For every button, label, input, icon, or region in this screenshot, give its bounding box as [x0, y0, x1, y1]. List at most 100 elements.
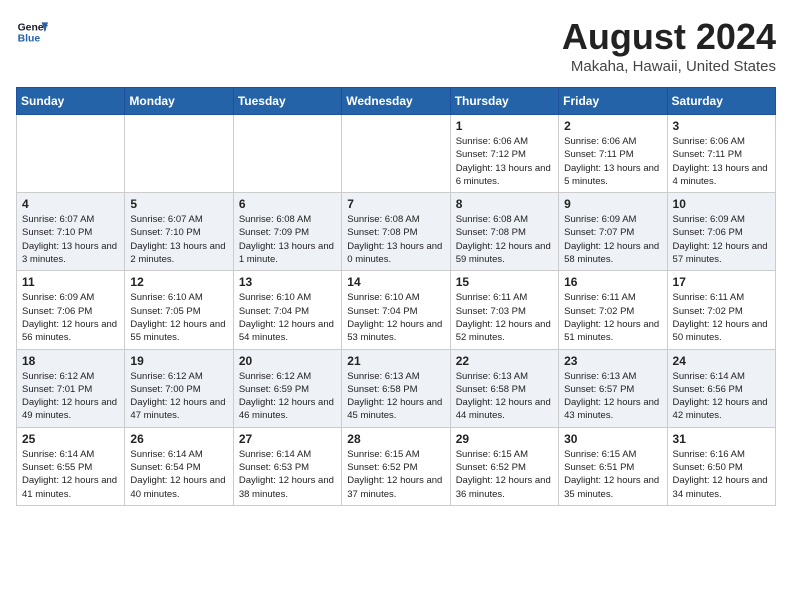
col-monday: Monday [125, 88, 233, 115]
sunrise-text: Sunrise: 6:10 AM [130, 292, 202, 303]
cell-content: Sunrise: 6:13 AM Sunset: 6:58 PM Dayligh… [347, 370, 444, 423]
cell-content: Sunrise: 6:06 AM Sunset: 7:11 PM Dayligh… [564, 135, 661, 188]
daylight-text: Daylight: 12 hours and 53 minutes. [347, 319, 442, 343]
table-row: 11 Sunrise: 6:09 AM Sunset: 7:06 PM Dayl… [17, 271, 125, 349]
sunset-text: Sunset: 7:02 PM [673, 306, 743, 317]
day-number: 16 [564, 275, 661, 289]
cell-content: Sunrise: 6:14 AM Sunset: 6:53 PM Dayligh… [239, 448, 336, 501]
day-number: 2 [564, 119, 661, 133]
sunrise-text: Sunrise: 6:12 AM [22, 371, 94, 382]
sunset-text: Sunset: 6:52 PM [347, 462, 417, 473]
cell-content: Sunrise: 6:14 AM Sunset: 6:55 PM Dayligh… [22, 448, 119, 501]
sunrise-text: Sunrise: 6:16 AM [673, 449, 745, 460]
daylight-text: Daylight: 12 hours and 58 minutes. [564, 241, 659, 265]
sunset-text: Sunset: 7:06 PM [673, 227, 743, 238]
daylight-text: Daylight: 12 hours and 56 minutes. [22, 319, 117, 343]
sunrise-text: Sunrise: 6:15 AM [347, 449, 419, 460]
logo: General Blue [16, 16, 48, 48]
sunrise-text: Sunrise: 6:15 AM [456, 449, 528, 460]
table-row: 21 Sunrise: 6:13 AM Sunset: 6:58 PM Dayl… [342, 349, 450, 427]
sunset-text: Sunset: 7:04 PM [239, 306, 309, 317]
sunset-text: Sunset: 7:04 PM [347, 306, 417, 317]
sunrise-text: Sunrise: 6:08 AM [456, 214, 528, 225]
table-row: 6 Sunrise: 6:08 AM Sunset: 7:09 PM Dayli… [233, 193, 341, 271]
day-number: 27 [239, 432, 336, 446]
cell-content: Sunrise: 6:09 AM Sunset: 7:06 PM Dayligh… [22, 291, 119, 344]
table-row: 5 Sunrise: 6:07 AM Sunset: 7:10 PM Dayli… [125, 193, 233, 271]
table-row: 7 Sunrise: 6:08 AM Sunset: 7:08 PM Dayli… [342, 193, 450, 271]
sunset-text: Sunset: 7:11 PM [564, 149, 634, 160]
sunset-text: Sunset: 6:58 PM [347, 384, 417, 395]
daylight-text: Daylight: 12 hours and 38 minutes. [239, 475, 334, 499]
sunset-text: Sunset: 7:12 PM [456, 149, 526, 160]
daylight-text: Daylight: 12 hours and 59 minutes. [456, 241, 551, 265]
sunset-text: Sunset: 7:03 PM [456, 306, 526, 317]
daylight-text: Daylight: 12 hours and 47 minutes. [130, 397, 225, 421]
day-number: 3 [673, 119, 770, 133]
daylight-text: Daylight: 12 hours and 35 minutes. [564, 475, 659, 499]
daylight-text: Daylight: 12 hours and 34 minutes. [673, 475, 768, 499]
sunset-text: Sunset: 7:05 PM [130, 306, 200, 317]
daylight-text: Daylight: 12 hours and 49 minutes. [22, 397, 117, 421]
daylight-text: Daylight: 12 hours and 43 minutes. [564, 397, 659, 421]
daylight-text: Daylight: 12 hours and 41 minutes. [22, 475, 117, 499]
sunrise-text: Sunrise: 6:14 AM [130, 449, 202, 460]
table-row: 28 Sunrise: 6:15 AM Sunset: 6:52 PM Dayl… [342, 427, 450, 505]
sunrise-text: Sunrise: 6:07 AM [22, 214, 94, 225]
sunrise-text: Sunrise: 6:14 AM [22, 449, 94, 460]
sunset-text: Sunset: 7:10 PM [22, 227, 92, 238]
sunset-text: Sunset: 7:01 PM [22, 384, 92, 395]
cell-content: Sunrise: 6:12 AM Sunset: 7:01 PM Dayligh… [22, 370, 119, 423]
day-number: 4 [22, 197, 119, 211]
sunrise-text: Sunrise: 6:09 AM [673, 214, 745, 225]
day-number: 15 [456, 275, 553, 289]
daylight-text: Daylight: 13 hours and 1 minute. [239, 241, 334, 265]
table-row: 26 Sunrise: 6:14 AM Sunset: 6:54 PM Dayl… [125, 427, 233, 505]
table-row: 14 Sunrise: 6:10 AM Sunset: 7:04 PM Dayl… [342, 271, 450, 349]
sunrise-text: Sunrise: 6:09 AM [22, 292, 94, 303]
sunrise-text: Sunrise: 6:12 AM [239, 371, 311, 382]
table-row [125, 115, 233, 193]
cell-content: Sunrise: 6:11 AM Sunset: 7:03 PM Dayligh… [456, 291, 553, 344]
sunset-text: Sunset: 7:10 PM [130, 227, 200, 238]
daylight-text: Daylight: 13 hours and 6 minutes. [456, 163, 551, 187]
sunrise-text: Sunrise: 6:06 AM [456, 136, 528, 147]
table-row: 30 Sunrise: 6:15 AM Sunset: 6:51 PM Dayl… [559, 427, 667, 505]
table-row: 17 Sunrise: 6:11 AM Sunset: 7:02 PM Dayl… [667, 271, 775, 349]
day-number: 6 [239, 197, 336, 211]
sunset-text: Sunset: 6:52 PM [456, 462, 526, 473]
daylight-text: Daylight: 12 hours and 54 minutes. [239, 319, 334, 343]
day-number: 18 [22, 354, 119, 368]
cell-content: Sunrise: 6:14 AM Sunset: 6:54 PM Dayligh… [130, 448, 227, 501]
sunset-text: Sunset: 7:07 PM [564, 227, 634, 238]
cell-content: Sunrise: 6:09 AM Sunset: 7:06 PM Dayligh… [673, 213, 770, 266]
cell-content: Sunrise: 6:14 AM Sunset: 6:56 PM Dayligh… [673, 370, 770, 423]
title-block: August 2024 Makaha, Hawaii, United State… [562, 16, 776, 75]
calendar-week-4: 18 Sunrise: 6:12 AM Sunset: 7:01 PM Dayl… [17, 349, 776, 427]
table-row [233, 115, 341, 193]
day-number: 1 [456, 119, 553, 133]
day-number: 31 [673, 432, 770, 446]
calendar-week-5: 25 Sunrise: 6:14 AM Sunset: 6:55 PM Dayl… [17, 427, 776, 505]
location: Makaha, Hawaii, United States [562, 58, 776, 75]
table-row: 12 Sunrise: 6:10 AM Sunset: 7:05 PM Dayl… [125, 271, 233, 349]
day-number: 5 [130, 197, 227, 211]
table-row: 4 Sunrise: 6:07 AM Sunset: 7:10 PM Dayli… [17, 193, 125, 271]
day-number: 17 [673, 275, 770, 289]
day-number: 22 [456, 354, 553, 368]
day-number: 28 [347, 432, 444, 446]
cell-content: Sunrise: 6:15 AM Sunset: 6:52 PM Dayligh… [456, 448, 553, 501]
sunrise-text: Sunrise: 6:11 AM [456, 292, 528, 303]
daylight-text: Daylight: 12 hours and 42 minutes. [673, 397, 768, 421]
col-thursday: Thursday [450, 88, 558, 115]
table-row: 22 Sunrise: 6:13 AM Sunset: 6:58 PM Dayl… [450, 349, 558, 427]
cell-content: Sunrise: 6:08 AM Sunset: 7:09 PM Dayligh… [239, 213, 336, 266]
table-row: 23 Sunrise: 6:13 AM Sunset: 6:57 PM Dayl… [559, 349, 667, 427]
daylight-text: Daylight: 13 hours and 2 minutes. [130, 241, 225, 265]
table-row: 29 Sunrise: 6:15 AM Sunset: 6:52 PM Dayl… [450, 427, 558, 505]
daylight-text: Daylight: 12 hours and 57 minutes. [673, 241, 768, 265]
sunset-text: Sunset: 6:54 PM [130, 462, 200, 473]
table-row: 15 Sunrise: 6:11 AM Sunset: 7:03 PM Dayl… [450, 271, 558, 349]
day-number: 7 [347, 197, 444, 211]
col-wednesday: Wednesday [342, 88, 450, 115]
